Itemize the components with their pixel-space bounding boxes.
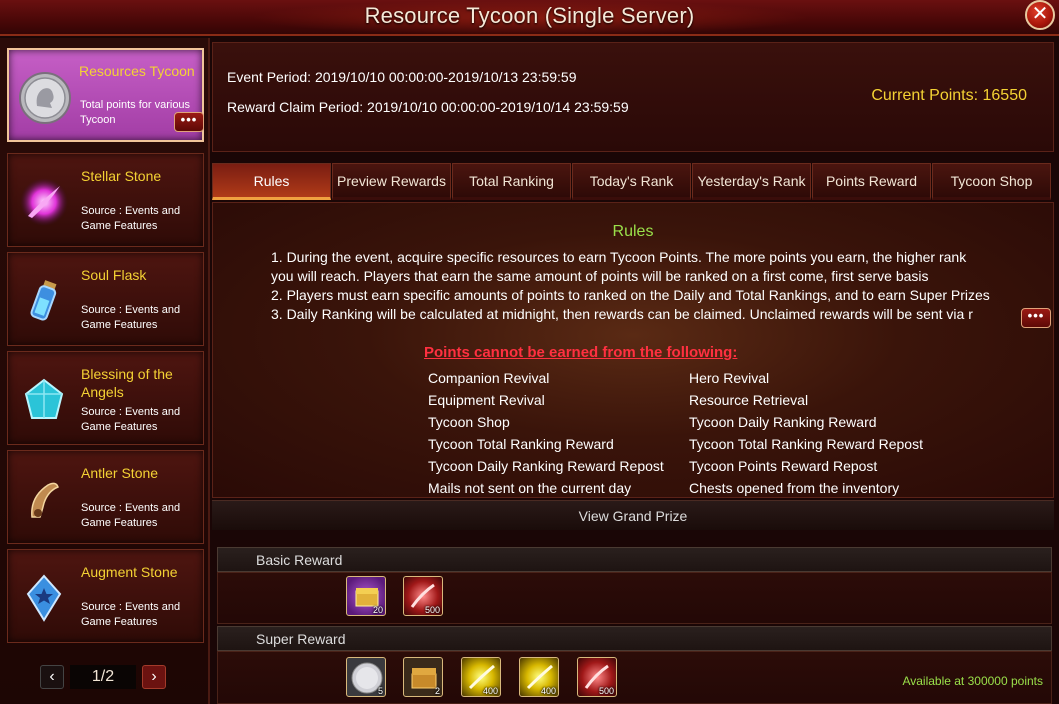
sidebar-item-title: Resources Tycoon	[79, 63, 195, 79]
item-quantity: 400	[482, 686, 498, 696]
sidebar-item-title: Soul Flask	[81, 267, 147, 283]
event-info-panel: Event Period: 2019/10/10 00:00:00-2019/1…	[212, 42, 1054, 152]
close-button[interactable]: ✕	[1025, 0, 1055, 30]
red-gem-icon[interactable]: 500	[577, 657, 617, 697]
rules-heading: Rules	[612, 223, 654, 240]
rules-line: you will reach. Players that earn the sa…	[271, 268, 929, 284]
super-reward-availability: Available at 300000 points	[902, 674, 1043, 688]
sidebar-item-title: Augment Stone	[81, 564, 178, 580]
treasure-chest-icon[interactable]: 2	[403, 657, 443, 697]
rules-more-button[interactable]: •••	[1021, 308, 1051, 328]
item-quantity: 500	[598, 686, 614, 696]
antler-stone-icon	[18, 473, 70, 525]
tab-tycoon-shop[interactable]: Tycoon Shop	[932, 163, 1051, 200]
window-title: Resource Tycoon (Single Server)	[364, 3, 695, 28]
list-item: Tycoon Points Reward Repost	[689, 458, 878, 474]
sidebar-item-soul-flask[interactable]: Soul Flask Source : Events and Game Feat…	[7, 252, 204, 346]
more-button[interactable]: •••	[174, 112, 204, 132]
gold-chest-icon[interactable]: 20	[346, 576, 386, 616]
gold-sparkle-icon[interactable]: 400	[461, 657, 501, 697]
rules-line: 2. Players must earn specific amounts of…	[271, 287, 990, 303]
list-item: Mails not sent on the current day	[428, 480, 632, 496]
sidebar-item-title: Blessing of the Angels	[81, 366, 173, 400]
view-grand-prize-button[interactable]: View Grand Prize	[212, 500, 1054, 530]
sidebar-item-desc: Source : Events and Game Features	[81, 304, 181, 331]
close-icon: ✕	[1031, 3, 1049, 25]
sidebar-item-stellar-stone[interactable]: Stellar Stone Source : Events and Game F…	[7, 153, 204, 247]
page-indicator: 1/2	[70, 665, 136, 689]
sidebar-item-title: Stellar Stone	[81, 168, 162, 184]
next-page-button[interactable]: ›	[142, 665, 166, 689]
item-quantity: 5	[377, 686, 383, 696]
augment-stone-icon	[18, 572, 70, 624]
sidebar-item-augment-stone[interactable]: Augment Stone Source : Events and Game F…	[7, 549, 204, 643]
tab-rules[interactable]: Rules	[212, 163, 331, 200]
silver-coin-icon[interactable]: 5	[346, 657, 386, 697]
exclusions-left-list: Companion Revival Equipment Revival Tyco…	[428, 367, 664, 499]
tab-bar: Rules Preview Rewards Total Ranking Toda…	[212, 163, 1052, 203]
list-item: Tycoon Total Ranking Reward	[428, 436, 614, 452]
list-item: Hero Revival	[689, 370, 770, 386]
list-item: Chests opened from the inventory	[689, 480, 900, 496]
prev-page-button[interactable]: ‹	[40, 665, 64, 689]
pagination: ‹ 1/2 ›	[40, 665, 170, 691]
exclusions-warning: Points cannot be earned from the followi…	[424, 344, 738, 361]
title-bar: Resource Tycoon (Single Server) ✕	[0, 0, 1059, 36]
item-quantity: 500	[424, 605, 440, 615]
sidebar-item-desc: Source : Events and Game Features	[81, 601, 181, 628]
list-item: Tycoon Shop	[428, 414, 510, 430]
tab-todays-rank[interactable]: Today's Rank	[572, 163, 691, 200]
rules-text: 1. During the event, acquire specific re…	[271, 248, 1047, 324]
tab-points-reward[interactable]: Points Reward	[812, 163, 931, 200]
super-reward-row: 5 2 400 400 500 Available at 300000 poin…	[217, 651, 1052, 704]
claim-period: Reward Claim Period: 2019/10/10 00:00:00…	[227, 99, 629, 115]
tab-total-ranking[interactable]: Total Ranking	[452, 163, 571, 200]
list-item: Resource Retrieval	[689, 392, 809, 408]
sidebar-item-desc: Source : Events and Game Features	[81, 502, 181, 529]
soul-flask-icon	[18, 275, 70, 327]
sidebar-item-antler-stone[interactable]: Antler Stone Source : Events and Game Fe…	[7, 450, 204, 544]
list-item: Tycoon Total Ranking Reward Repost	[689, 436, 923, 452]
silver-coin-icon	[19, 72, 71, 124]
basic-reward-header: Basic Reward	[217, 547, 1052, 572]
sidebar-item-title: Antler Stone	[81, 465, 159, 481]
list-item: Equipment Revival	[428, 392, 545, 408]
rules-panel: Rules 1. During the event, acquire speci…	[212, 202, 1054, 498]
tab-preview-rewards[interactable]: Preview Rewards	[332, 163, 451, 200]
exclusions-right-list: Hero Revival Resource Retrieval Tycoon D…	[689, 367, 923, 499]
rules-line: 3. Daily Ranking will be calculated at m…	[271, 306, 973, 322]
rules-line: 1. During the event, acquire specific re…	[271, 249, 967, 265]
sidebar-item-blessing-of-the-angels[interactable]: Blessing of the Angels Source : Events a…	[7, 351, 204, 445]
sidebar-item-desc: Source : Events and Game Features	[81, 205, 181, 232]
item-quantity: 2	[434, 686, 440, 696]
item-quantity: 20	[372, 605, 383, 615]
list-item: Tycoon Daily Ranking Reward	[689, 414, 877, 430]
resource-sidebar: Resources Tycoon Total points for variou…	[0, 38, 210, 704]
sidebar-item-desc: Source : Events and Game Features	[81, 406, 181, 433]
red-gem-icon[interactable]: 500	[403, 576, 443, 616]
stellar-stone-icon	[18, 176, 70, 228]
tab-yesterdays-rank[interactable]: Yesterday's Rank	[692, 163, 811, 200]
list-item: Companion Revival	[428, 370, 550, 386]
item-quantity: 400	[540, 686, 556, 696]
cyan-crystal-icon	[18, 374, 70, 426]
sidebar-item-resources-tycoon[interactable]: Resources Tycoon Total points for variou…	[7, 48, 204, 142]
current-points: Current Points: 16550	[871, 87, 1027, 104]
basic-reward-row: 20 500	[217, 572, 1052, 624]
super-reward-header: Super Reward	[217, 626, 1052, 651]
gold-sparkle-icon[interactable]: 400	[519, 657, 559, 697]
event-period: Event Period: 2019/10/10 00:00:00-2019/1…	[227, 69, 577, 85]
list-item: Tycoon Daily Ranking Reward Repost	[428, 458, 664, 474]
